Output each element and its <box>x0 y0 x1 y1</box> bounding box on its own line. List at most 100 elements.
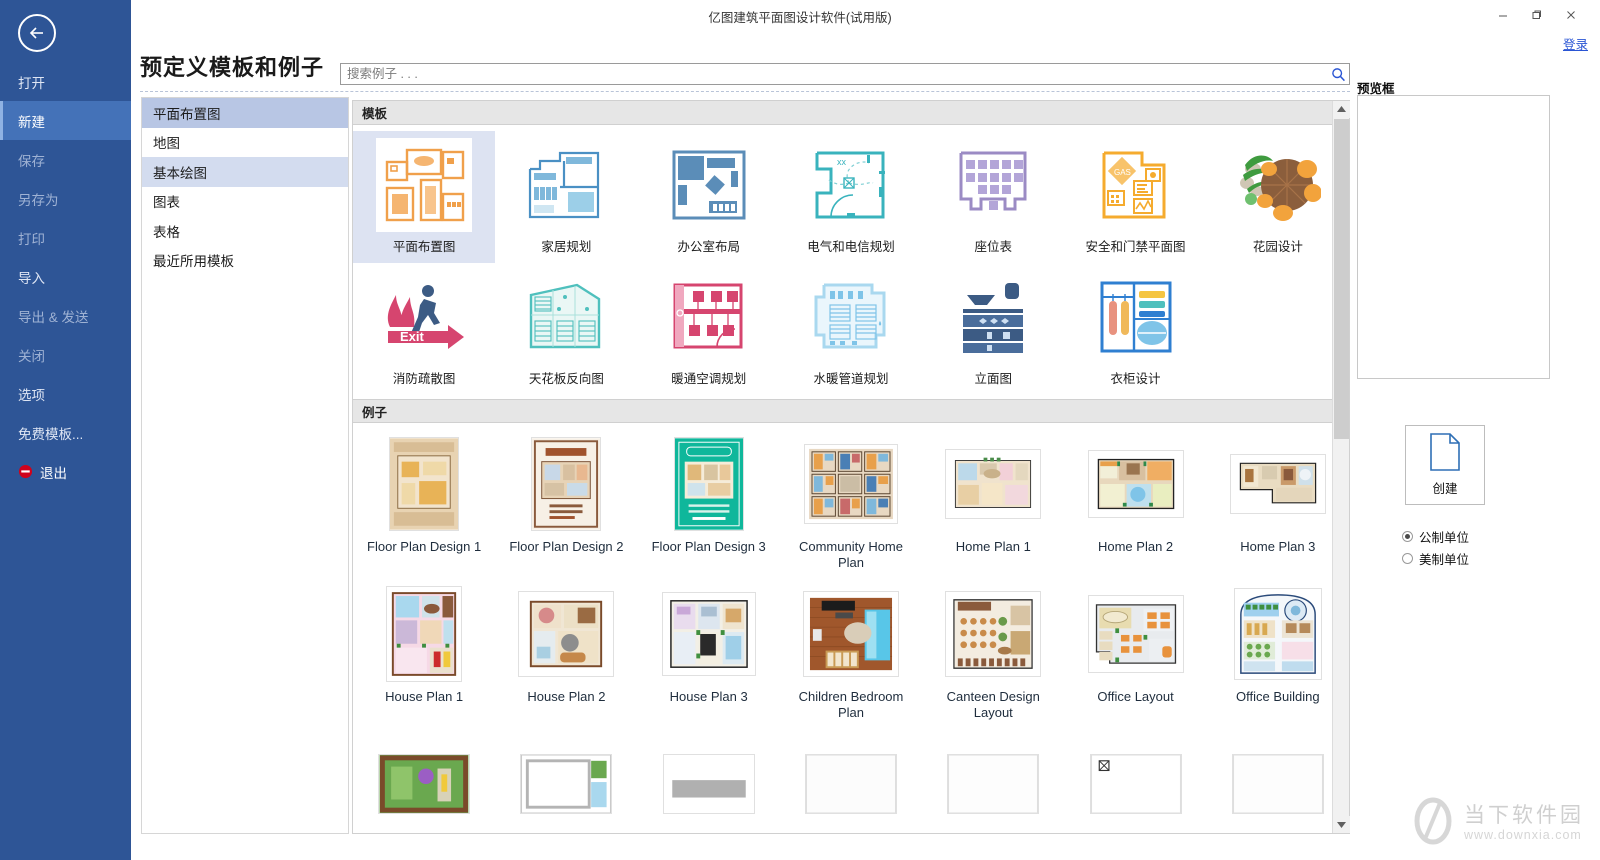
maximize-button[interactable] <box>1520 4 1554 26</box>
example-card-label: Floor Plan Design 3 <box>652 539 766 555</box>
application-window: 亿图建筑平面图设计软件(试用版) 登录 <box>0 0 1600 860</box>
content-scrollbar[interactable] <box>1332 101 1349 833</box>
sidebar-item-print[interactable]: 打印 <box>0 218 131 257</box>
radio-imperial[interactable]: 美制单位 <box>1402 547 1469 569</box>
close-button[interactable] <box>1554 4 1588 26</box>
example-card-house-plan-1[interactable]: House Plan 1 <box>353 579 495 729</box>
home-plan-icon <box>518 138 614 232</box>
minimize-button[interactable] <box>1486 4 1520 26</box>
template-card-ceiling[interactable]: 天花板反向图 <box>495 263 637 395</box>
example-card-children-bedroom-plan[interactable]: Children Bedroom Plan <box>780 579 922 729</box>
example-card-home-plan-3[interactable]: Home Plan 3 <box>1207 429 1349 579</box>
sidebar-item-save-as[interactable]: 另存为 <box>0 179 131 218</box>
search-box[interactable] <box>340 63 1350 85</box>
create-button[interactable]: 创建 <box>1405 425 1485 505</box>
template-card-garden[interactable]: 花园设计 <box>1207 131 1349 263</box>
template-card-label: 平面布置图 <box>393 239 456 255</box>
sidebar-item-import[interactable]: 导入 <box>0 257 131 296</box>
watermark-name: 当下软件园 <box>1464 804 1584 828</box>
homeplan-thumb-1 <box>945 436 1041 532</box>
template-card-plumbing[interactable]: 水暖管道规划 <box>780 263 922 395</box>
category-item-basic[interactable]: 基本绘图 <box>142 157 348 187</box>
scroll-down-button[interactable] <box>1333 816 1350 833</box>
back-arrow-icon[interactable] <box>18 14 56 52</box>
sidebar-item-exit[interactable]: 退出 <box>0 452 131 491</box>
example-card-partial-2[interactable] <box>495 729 637 847</box>
sidebar-item-open[interactable]: 打开 <box>0 62 131 101</box>
example-card-label: House Plan 1 <box>385 689 463 705</box>
example-card-partial-6[interactable] <box>1064 729 1206 847</box>
radio-icon-selected[interactable] <box>1402 531 1413 542</box>
sidebar-item-free-templates[interactable]: 免费模板... <box>0 413 131 452</box>
example-card-community-home-plan[interactable]: Community Home Plan <box>780 429 922 579</box>
header-divider <box>140 91 1350 92</box>
example-card-home-plan-1[interactable]: Home Plan 1 <box>922 429 1064 579</box>
template-card-wardrobe[interactable]: 衣柜设计 <box>1064 263 1206 395</box>
example-card-label: Home Plan 3 <box>1240 539 1315 555</box>
template-card-floorplan[interactable]: 平面布置图 <box>353 131 495 263</box>
homeplan-thumb-3 <box>1230 436 1326 532</box>
search-icon[interactable] <box>1327 67 1349 82</box>
template-card-label: 消防疏散图 <box>393 371 456 387</box>
template-card-home-plan[interactable]: 家居规划 <box>495 131 637 263</box>
category-item-floorplan[interactable]: 平面布置图 <box>142 98 348 128</box>
electrical-plan-icon: xx <box>803 138 899 232</box>
example-card-office-building[interactable]: Office Building <box>1207 579 1349 729</box>
radio-metric[interactable]: 公制单位 <box>1402 525 1469 547</box>
sidebar-item-export-send[interactable]: 导出 & 发送 <box>0 296 131 335</box>
scrollbar-thumb[interactable] <box>1334 119 1349 439</box>
template-card-hvac[interactable]: 暖通空调规划 <box>638 263 780 395</box>
example-card-partial-7[interactable] <box>1207 729 1349 847</box>
example-card-floor-plan-design-1[interactable]: Floor Plan Design 1 <box>353 429 495 579</box>
radio-icon-unselected[interactable] <box>1402 553 1413 564</box>
example-card-house-plan-2[interactable]: House Plan 2 <box>495 579 637 729</box>
example-card-house-plan-3[interactable]: House Plan 3 <box>638 579 780 729</box>
search-input[interactable] <box>341 64 1327 84</box>
scroll-up-button[interactable] <box>1333 101 1350 118</box>
sidebar-item-label: 关闭 <box>18 345 45 365</box>
example-card-partial-1[interactable] <box>353 729 495 847</box>
security-plan-icon: GAS <box>1088 138 1184 232</box>
example-card-label: Home Plan 2 <box>1098 539 1173 555</box>
template-card-office-layout[interactable]: 办公室布局 <box>638 131 780 263</box>
sidebar-item-label: 打开 <box>18 72 45 92</box>
blank-thumb <box>518 736 614 832</box>
example-card-label: Floor Plan Design 2 <box>509 539 623 555</box>
template-card-security[interactable]: GAS 安全和门禁平面图 <box>1064 131 1206 263</box>
example-card-label: Home Plan 1 <box>956 539 1031 555</box>
sidebar-item-new[interactable]: 新建 <box>0 101 131 140</box>
title-bar: 亿图建筑平面图设计软件(试用版) <box>0 0 1600 30</box>
example-card-office-layout[interactable]: Office Layout <box>1064 579 1206 729</box>
light-thumb <box>803 736 899 832</box>
example-card-label: Office Building <box>1236 689 1320 705</box>
example-card-label: House Plan 3 <box>670 689 748 705</box>
template-card-elevation[interactable]: 立面图 <box>922 263 1064 395</box>
template-card-label: 水暖管道规划 <box>813 371 888 387</box>
example-card-floor-plan-design-3[interactable]: Floor Plan Design 3 <box>638 429 780 579</box>
template-card-seating[interactable]: 座位表 <box>922 131 1064 263</box>
garden-thumb <box>376 736 472 832</box>
template-card-label: 花园设计 <box>1253 239 1303 255</box>
template-card-label: 家居规划 <box>541 239 591 255</box>
template-card-fire-escape[interactable]: Exit 消防疏散图 <box>353 263 495 395</box>
sidebar-item-close[interactable]: 关闭 <box>0 335 131 374</box>
garden-design-icon <box>1230 138 1326 232</box>
light-thumb-3 <box>1230 736 1326 832</box>
template-card-electrical[interactable]: xx 电气和电信规划 <box>780 131 922 263</box>
example-card-home-plan-2[interactable]: Home Plan 2 <box>1064 429 1206 579</box>
sidebar-item-options[interactable]: 选项 <box>0 374 131 413</box>
example-card-floor-plan-design-2[interactable]: Floor Plan Design 2 <box>495 429 637 579</box>
example-card-partial-5[interactable] <box>922 729 1064 847</box>
new-document-icon <box>1429 433 1461 474</box>
example-card-partial-4[interactable] <box>780 729 922 847</box>
example-card-canteen-design-layout[interactable]: Canteen Design Layout <box>922 579 1064 729</box>
template-card-label: 立面图 <box>975 371 1013 387</box>
example-card-partial-3[interactable] <box>638 729 780 847</box>
category-item-table[interactable]: 表格 <box>142 216 348 246</box>
login-link[interactable]: 登录 <box>1563 34 1588 53</box>
category-item-map[interactable]: 地图 <box>142 128 348 158</box>
category-item-recent[interactable]: 最近所用模板 <box>142 246 348 276</box>
category-item-chart[interactable]: 图表 <box>142 187 348 217</box>
sidebar-item-save[interactable]: 保存 <box>0 140 131 179</box>
left-navigation: 打开 新建 保存 另存为 打印 导入 导出 & 发送 关闭 <box>0 0 131 860</box>
